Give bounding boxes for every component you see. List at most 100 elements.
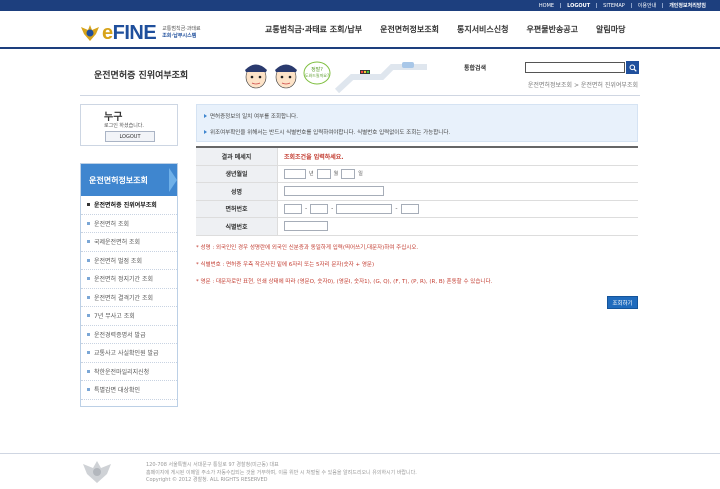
notice-line: 위조여부확인을 위해서는 반드시 식별번호를 입력하여야합니다. 식별번호 입력… [204,128,450,136]
license-fields: - - - [278,201,638,218]
side-nav-title: 운전면허정보조회 [81,164,177,196]
logout-link[interactable]: LOGOUT [561,3,596,9]
verification-form: 결과 메세지 조회조건을 입력하세요. 생년월일 년 월 일 성명 면허번호 -… [196,146,638,236]
notice-box: 면허증정보의 일치 여부를 조회합니다. 위조여부확인을 위해서는 반드시 식별… [196,104,638,142]
login-message: 로그인 하셨습니다. [104,123,144,129]
bullet-icon [87,388,90,392]
form-row-id: 식별번호 [196,218,638,236]
header-divider [0,47,720,49]
birth-label: 생년월일 [196,165,278,182]
side-nav-item-penalty-points[interactable]: 운전면허 벌점 조회 [81,252,177,270]
license-part3-input[interactable] [336,203,393,214]
name-label: 성명 [196,183,278,200]
search-icon [629,64,637,72]
footer-info: 120-708 서울특별시 서대문구 통일로 97 경찰청(미근동) 대표 홈페… [146,462,417,485]
bullet-icon [87,369,90,373]
side-nav-item-accident-free[interactable]: 7년 무사고 조회 [81,307,177,326]
side-nav-item-driving-record[interactable]: 운전경력증명서 발급 [81,326,177,344]
dash: - [331,205,334,213]
login-status-box: 누구 로그인 하셨습니다. LOGOUT [80,104,178,146]
nav-notice-board[interactable]: 알림마당 [587,24,634,35]
bullet-icon [87,240,90,244]
unit-day: 일 [358,171,363,178]
notice-line: 면허증정보의 일치 여부를 조회합니다. [204,112,298,120]
nav-returned-mail[interactable]: 우편물반송공고 [518,24,588,35]
side-nav-item-intl-license[interactable]: 국제운전면허 조회 [81,233,177,252]
nav-fines[interactable]: 교통범칙금·과태료 조회/납부 [256,24,371,35]
footer-copyright: Copyright © 2012 경찰청. ALL RIGHTS RESERVE… [146,477,268,483]
bullet-icon [87,351,90,355]
birth-day-input[interactable] [341,168,356,179]
site-logo[interactable]: eFINE 교통범칙금·과태료 조회·납부시스템 [80,20,250,46]
logout-button[interactable]: LOGOUT [105,131,155,142]
police-emblem-icon [81,25,99,41]
side-nav-title-text: 운전면허정보조회 [89,175,148,185]
guide-link[interactable]: 이용안내 [632,2,662,9]
name-input[interactable] [284,186,384,197]
utility-bar: HOME LOGOUT SITEMAP 이용안내 개인정보처리방침 [0,0,720,11]
form-row-result: 결과 메세지 조회조건을 입력하세요. [196,148,638,166]
form-row-birth: 생년월일 년 월 일 [196,165,638,183]
unit-month: 월 [333,171,339,178]
sitemap-link[interactable]: SITEMAP [597,3,631,9]
birth-fields: 년 월 일 [278,166,638,183]
breadcrumb: 운전면허정보조회 > 운전면허 진위여부조회 [527,82,638,89]
birth-year-input[interactable] [284,168,306,179]
license-region-input[interactable] [284,203,302,214]
svg-text:정말?: 정말? [311,66,323,73]
side-nav-item-suspension[interactable]: 운전면허 정지기간 조회 [81,270,177,289]
title-divider [80,95,640,96]
side-nav-list: 운전면허증 진위여부조회 운전면허 조회 국제운전면허 조회 운전면허 벌점 조… [81,196,177,400]
form-row-name: 성명 [196,183,638,201]
id-fields [278,218,638,235]
side-nav-item-special-relief[interactable]: 특별감면 대상확인 [81,381,177,400]
triangle-bullet-icon [204,130,207,134]
bullet-icon [87,332,90,336]
side-nav-item-license-lookup[interactable]: 운전면허 조회 [81,215,177,233]
license-label: 면허번호 [196,200,278,217]
privacy-policy-link[interactable]: 개인정보처리방침 [663,2,712,9]
guide-letters: * 영문 : 대문자로만 표현, 인쇄 상태에 따라 (영문O, 숫자0), (… [196,279,493,285]
license-part2-input[interactable] [310,203,329,214]
search-input[interactable] [525,62,625,73]
side-nav-item-mileage[interactable]: 착한운전마일리지신청 [81,363,177,381]
form-row-license: 면허번호 - - - [196,200,638,218]
bullet-icon [87,221,90,225]
side-nav-item-disqualification[interactable]: 운전면허 결격기간 조회 [81,289,177,307]
nav-notice-service[interactable]: 통지서비스신청 [448,24,518,35]
serial-number-input[interactable] [284,221,328,232]
home-link[interactable]: HOME [533,3,560,9]
name-fields [278,183,638,200]
side-nav-item-accident-cert[interactable]: 교통사고 사실확인원 발급 [81,344,177,363]
bullet-icon [87,314,90,318]
bullet-icon [87,295,90,299]
footer-email-policy: 홈페이지에 게시된 이메일 주소가 자동수집되는 것을 거부하며, 이를 위반 … [146,469,417,476]
result-message: 조회조건을 입력하세요. [284,153,344,161]
arrow-right-icon [169,168,177,192]
user-name: 누구 [104,112,123,123]
dash: - [395,205,398,213]
footer-address: 120-708 서울특별시 서대문구 통일로 97 경찰청(미근동) 대표 [146,462,279,468]
search-label: 통합검색 [464,65,487,72]
search-button[interactable] [626,61,639,74]
bullet-icon [87,203,90,207]
svg-text:도와드릴까요?: 도와드릴까요? [305,72,329,78]
dash: - [305,205,308,213]
global-nav: 교통범칙금·과태료 조회/납부 운전면허정보조회 통지서비스신청 우편물반송공고… [256,24,634,35]
birth-month-input[interactable] [316,168,331,179]
logo-subtitle: 교통범칙금·과태료 조회·납부시스템 [162,26,201,39]
police-mascot-illustration: 정말? 도와드릴까요? [245,61,427,93]
bullet-icon [87,258,90,262]
guide-serial: * 식별번호 : 면허증 우측 작은사진 밑에 6자리 또는 5자리 문자(숫자… [196,262,375,268]
nav-license-info[interactable]: 운전면허정보조회 [371,24,448,35]
license-part4-input[interactable] [400,203,419,214]
input-guides: * 성명 : 외국인인 경우 성명란에 외국인 신분증과 동일하게 입력(띄어쓰… [196,243,638,294]
utility-links: HOME LOGOUT SITEMAP 이용안내 개인정보처리방침 [533,0,712,11]
result-label: 결과 메세지 [196,148,278,165]
unit-year: 년 [309,171,314,178]
id-label: 식별번호 [196,218,278,235]
search-submit-button[interactable]: 조회하기 [607,296,638,309]
side-nav-item-license-verify[interactable]: 운전면허증 진위여부조회 [81,196,177,215]
logo-wordmark: eFINE [102,21,157,44]
police-emblem-icon [83,461,111,483]
